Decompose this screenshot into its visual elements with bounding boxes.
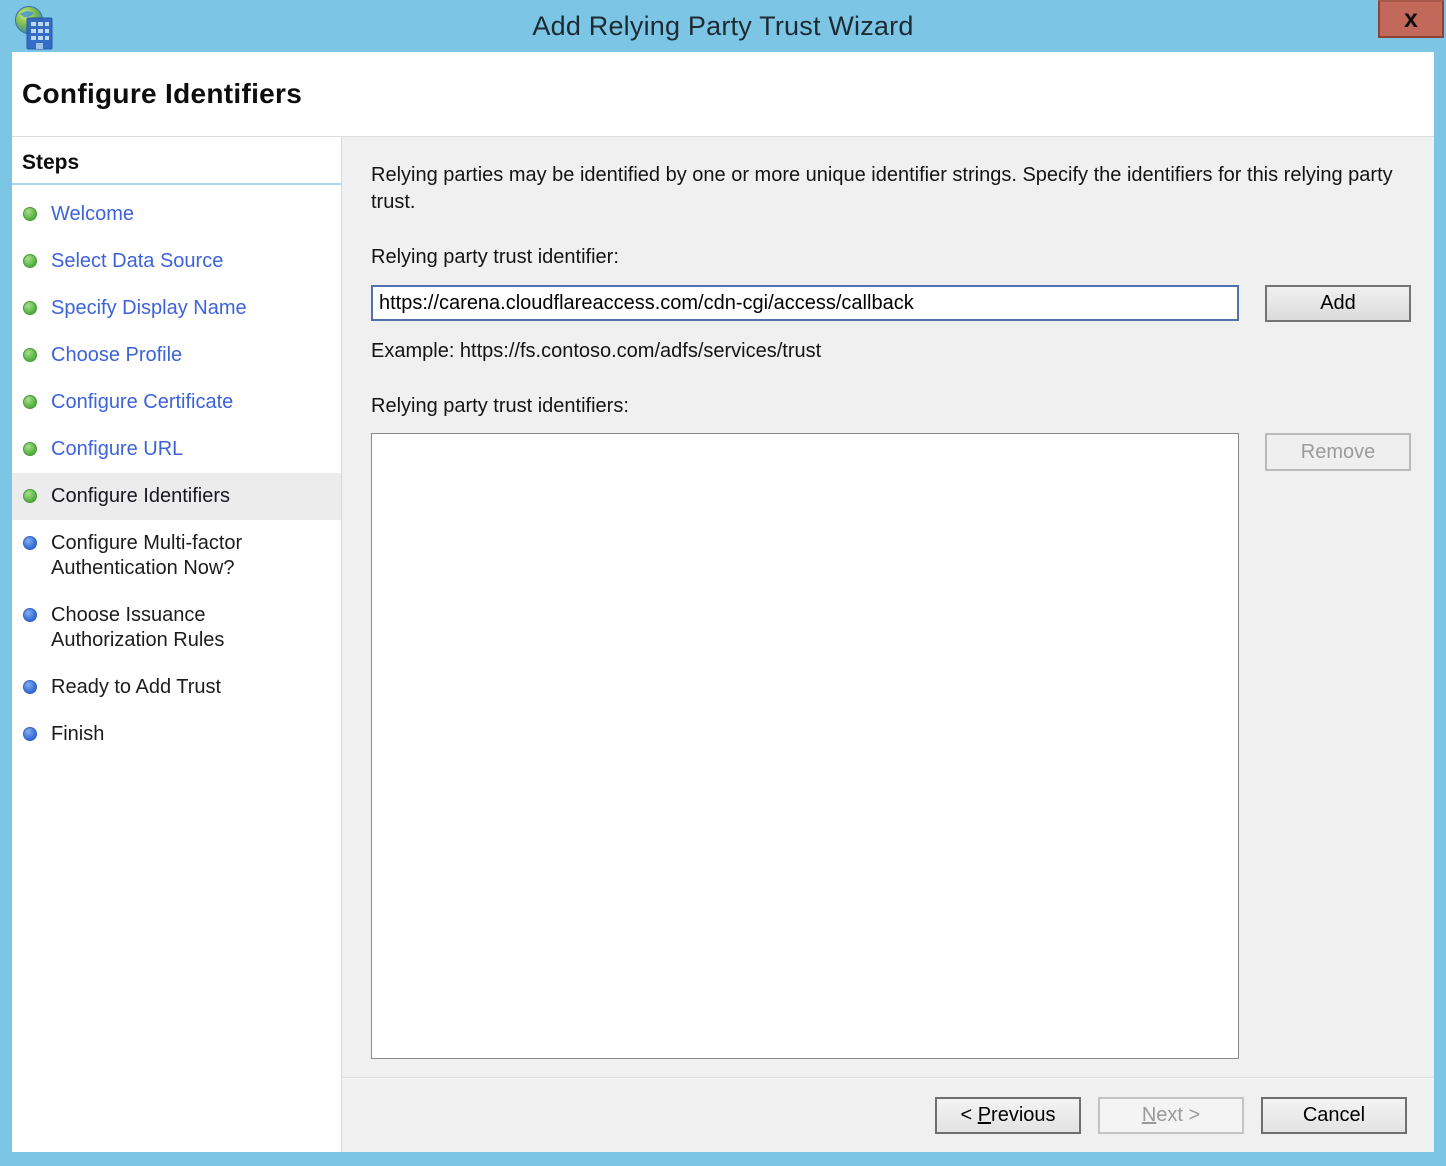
page-description: Relying parties may be identified by one… <box>371 162 1399 216</box>
step-status-icon <box>23 207 37 221</box>
close-button[interactable]: x <box>1378 0 1444 38</box>
step-label: Choose Issuance Authorization Rules <box>51 603 296 653</box>
step-label: Welcome <box>51 202 134 227</box>
step-label: Configure URL <box>51 437 183 462</box>
steps-divider <box>12 183 341 185</box>
wizard-window: Configure Identifiers Steps Welcome Sele… <box>12 52 1434 1152</box>
step-label: Finish <box>51 722 104 747</box>
sidebar-step-configure-identifiers[interactable]: Configure Identifiers <box>12 473 341 520</box>
step-label: Configure Certificate <box>51 390 233 415</box>
identifier-input[interactable] <box>371 285 1239 321</box>
identifiers-listbox[interactable] <box>371 433 1239 1059</box>
step-status-icon <box>23 254 37 268</box>
step-label: Select Data Source <box>51 249 223 274</box>
example-text: Example: https://fs.contoso.com/adfs/ser… <box>371 340 1434 363</box>
previous-button[interactable]: < Previous <box>935 1097 1081 1134</box>
page-title: Configure Identifiers <box>22 78 302 110</box>
step-status-icon <box>23 680 37 694</box>
window-title: Add Relying Party Trust Wizard <box>0 0 1446 52</box>
step-status-icon <box>23 536 37 550</box>
sidebar-step-choose-profile[interactable]: Choose Profile <box>12 332 341 379</box>
sidebar-step-finish[interactable]: Finish <box>12 711 341 758</box>
identifier-label: Relying party trust identifier: <box>371 246 1434 269</box>
sidebar-step-configure-certificate[interactable]: Configure Certificate <box>12 379 341 426</box>
sidebar-step-configure-multi-factor-authentication-now[interactable]: Configure Multi-factor Authentication No… <box>12 520 341 592</box>
step-label: Configure Multi-factor Authentication No… <box>51 531 296 581</box>
sidebar-step-welcome[interactable]: Welcome <box>12 191 341 238</box>
main-pane: Relying parties may be identified by one… <box>342 137 1434 1152</box>
steps-list: Welcome Select Data Source Specify Displ… <box>12 191 341 758</box>
step-status-icon <box>23 442 37 456</box>
step-label: Configure Identifiers <box>51 484 230 509</box>
add-button[interactable]: Add <box>1265 285 1411 322</box>
step-label: Specify Display Name <box>51 296 247 321</box>
remove-button[interactable]: Remove <box>1265 433 1411 471</box>
sidebar-step-specify-display-name[interactable]: Specify Display Name <box>12 285 341 332</box>
sidebar-step-ready-to-add-trust[interactable]: Ready to Add Trust <box>12 664 341 711</box>
next-button[interactable]: Next > <box>1098 1097 1244 1134</box>
step-status-icon <box>23 489 37 503</box>
wizard-footer: < Previous Next > Cancel <box>342 1077 1434 1152</box>
identifiers-list-label: Relying party trust identifiers: <box>371 395 1434 418</box>
cancel-button[interactable]: Cancel <box>1261 1097 1407 1134</box>
steps-sidebar: Steps Welcome Select Data Source Specify… <box>12 137 342 1152</box>
titlebar: Add Relying Party Trust Wizard x <box>0 0 1446 52</box>
sidebar-step-select-data-source[interactable]: Select Data Source <box>12 238 341 285</box>
step-status-icon <box>23 395 37 409</box>
sidebar-step-configure-url[interactable]: Configure URL <box>12 426 341 473</box>
page-header: Configure Identifiers <box>12 52 1434 137</box>
step-status-icon <box>23 608 37 622</box>
step-status-icon <box>23 727 37 741</box>
step-label: Choose Profile <box>51 343 182 368</box>
step-label: Ready to Add Trust <box>51 675 221 700</box>
step-status-icon <box>23 301 37 315</box>
step-status-icon <box>23 348 37 362</box>
sidebar-step-choose-issuance-authorization-rules[interactable]: Choose Issuance Authorization Rules <box>12 592 341 664</box>
steps-heading: Steps <box>22 151 341 175</box>
